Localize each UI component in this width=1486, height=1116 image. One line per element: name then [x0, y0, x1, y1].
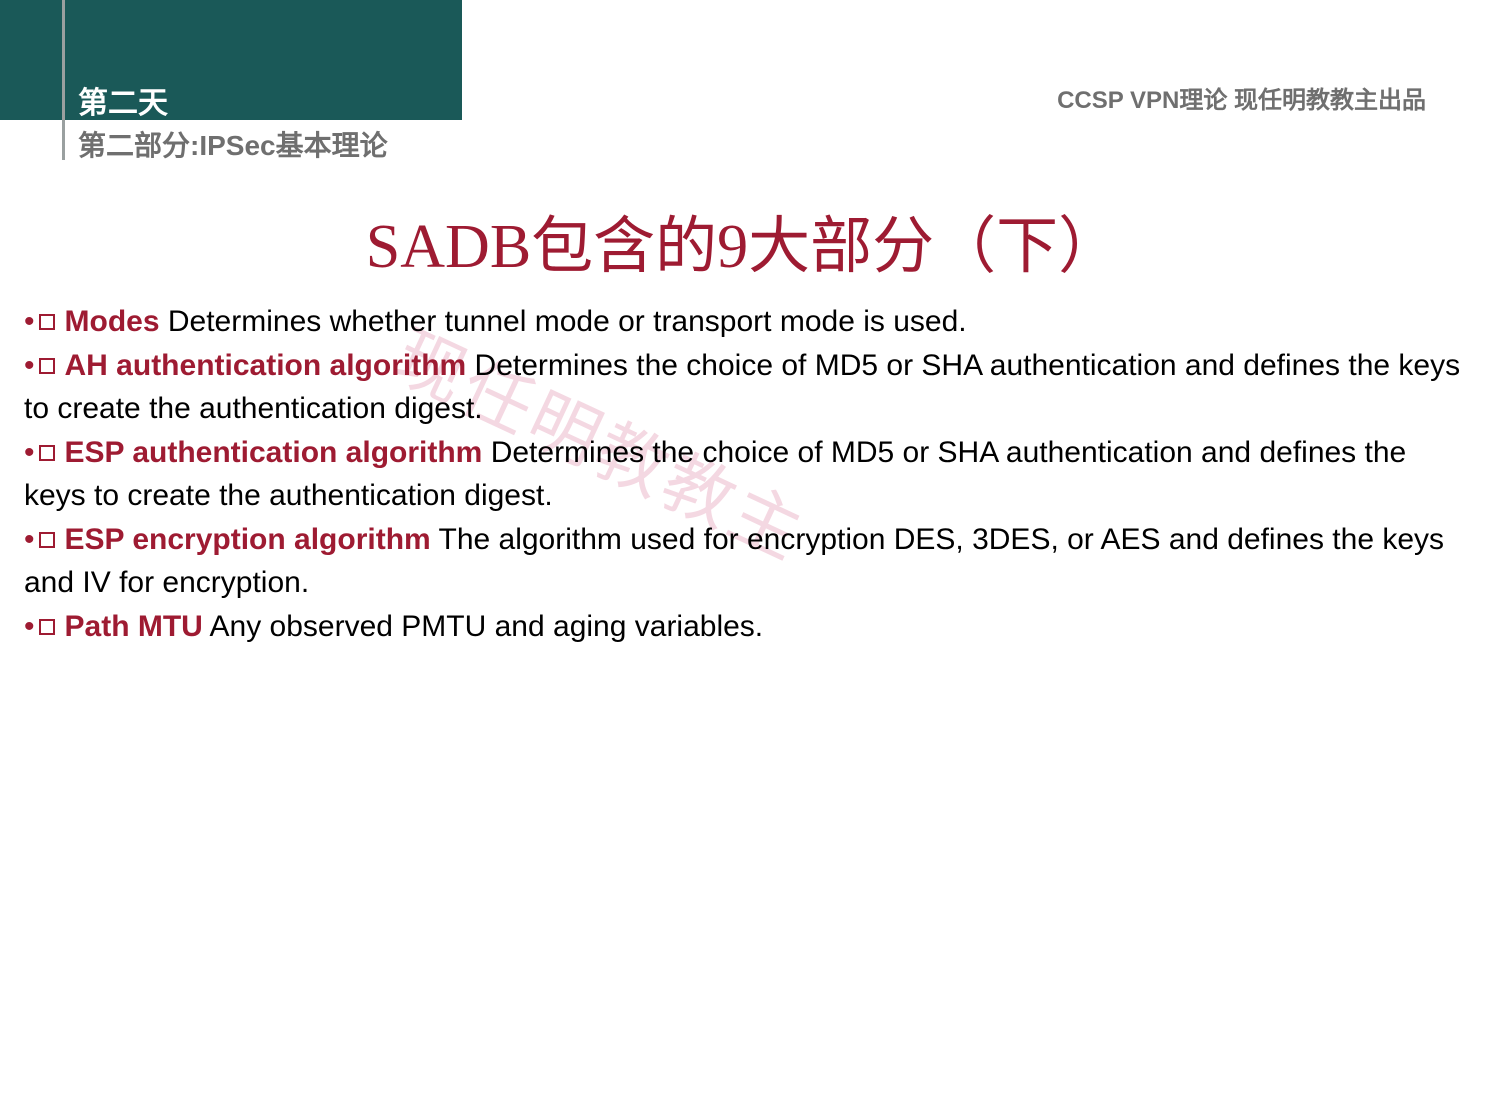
bullet-term: AH authentication algorithm: [65, 349, 467, 382]
header-left-accent: [0, 0, 62, 120]
bullet-term: ESP authentication algorithm: [65, 436, 483, 469]
day-label: 第二天: [78, 78, 168, 122]
bullet-dot-icon: •: [24, 436, 35, 469]
bullet-term: Path MTU: [65, 610, 203, 643]
slide-title: SADB包含的9大部分（下）: [0, 195, 1486, 285]
bullet-dot-icon: •: [24, 610, 35, 643]
bullet-box-icon: [39, 445, 55, 461]
bullet-dot-icon: •: [24, 523, 35, 556]
bullet-desc: Any observed PMTU and aging variables.: [203, 610, 763, 643]
bullet-box-icon: [39, 314, 55, 330]
bullet-term: Modes: [65, 305, 160, 338]
section-label: 第二部分:IPSec基本理论: [78, 124, 388, 164]
header-right-label: CCSP VPN理论 现任明教教主出品: [1057, 80, 1426, 115]
bullet-box-icon: [39, 619, 55, 635]
header-vertical-rule: [62, 0, 65, 160]
bullet-box-icon: [39, 532, 55, 548]
bullet-dot-icon: •: [24, 349, 35, 382]
bullet-term: ESP encryption algorithm: [65, 523, 431, 556]
bullet-desc: Determines whether tunnel mode or transp…: [160, 305, 967, 338]
bullet-box-icon: [39, 358, 55, 374]
bullet-dot-icon: •: [24, 305, 35, 338]
slide-content: • Modes Determines whether tunnel mode or…: [24, 300, 1462, 648]
